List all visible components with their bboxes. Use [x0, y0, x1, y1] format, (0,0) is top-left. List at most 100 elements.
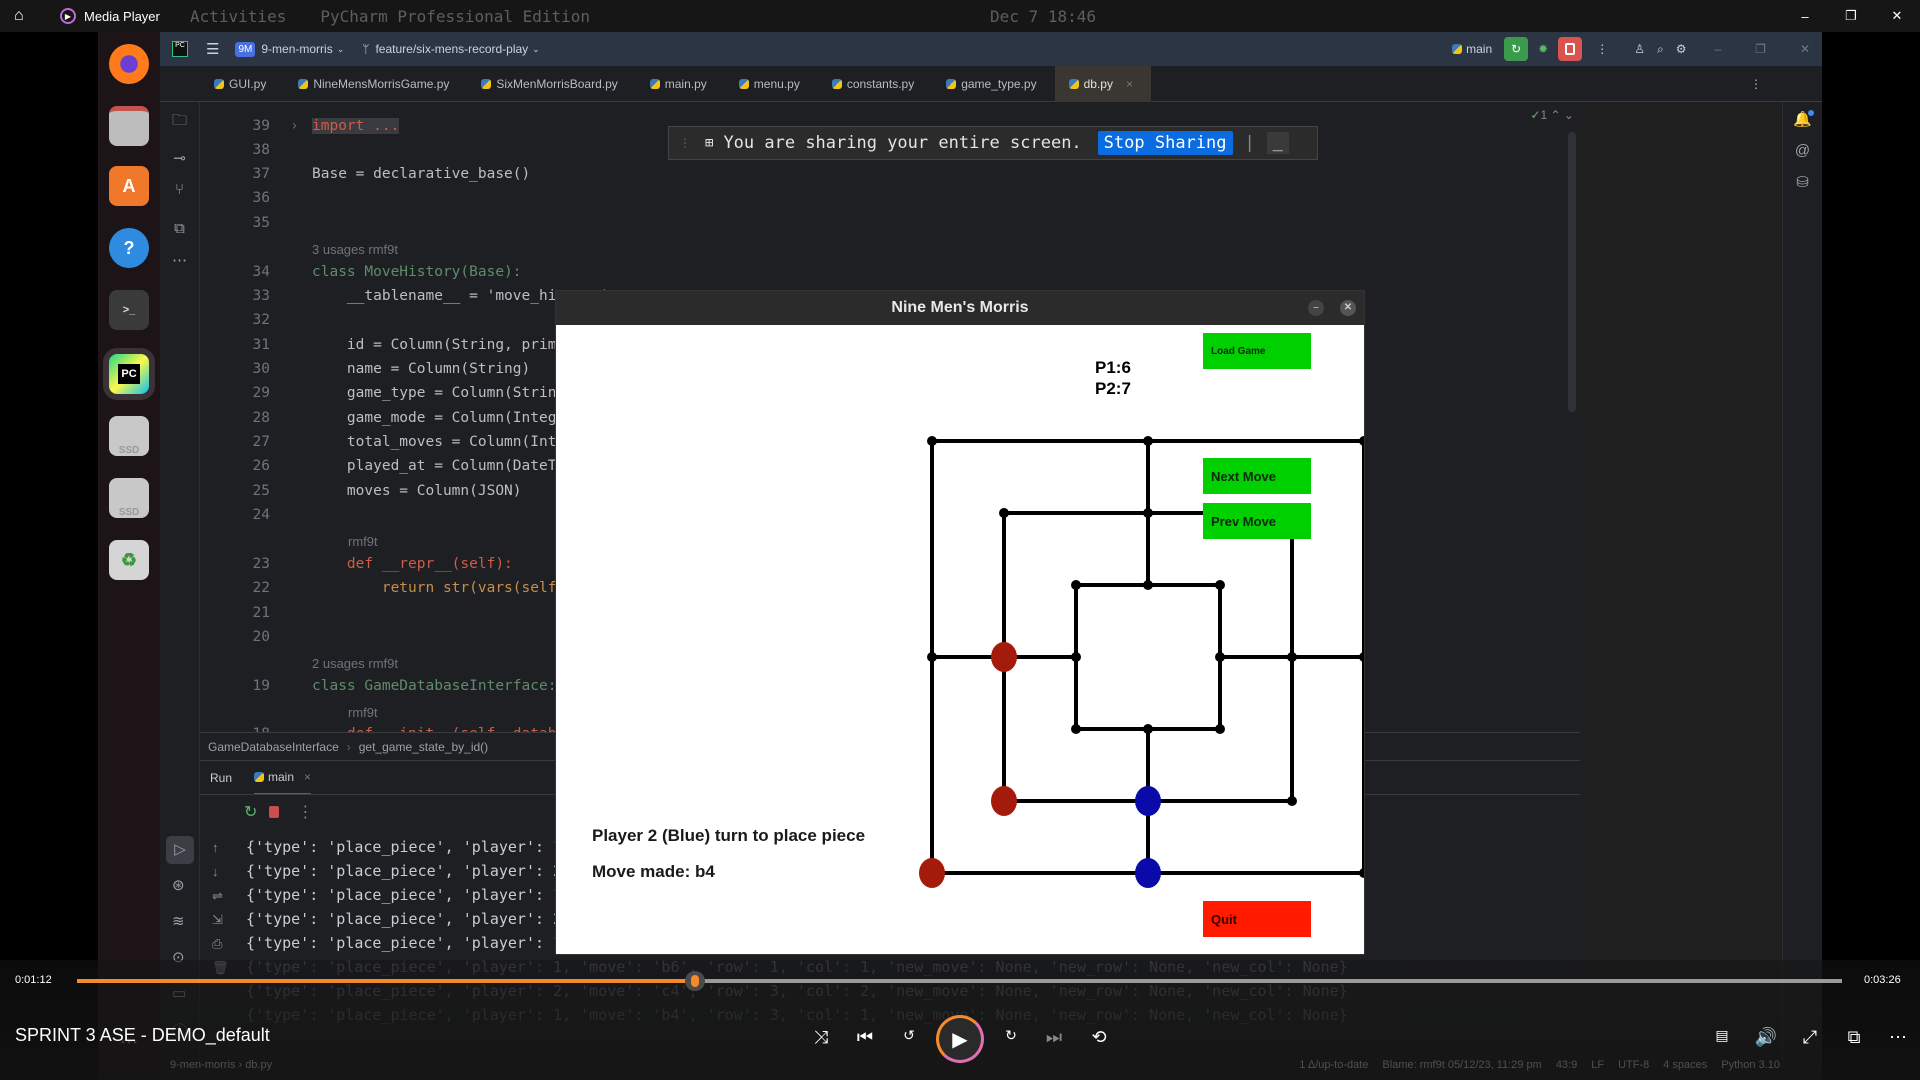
editor-scrollbar[interactable]	[1568, 132, 1576, 412]
board-point[interactable]	[1143, 580, 1153, 590]
add-user-icon[interactable]: ♙	[1634, 42, 1645, 56]
structure-icon[interactable]: ⧉	[160, 220, 199, 237]
drag-handle-icon[interactable]: ⋮	[679, 136, 691, 150]
python-console-icon[interactable]: ⊛	[172, 876, 185, 894]
fullscreen-icon[interactable]: ⤢	[1796, 1027, 1824, 1048]
ide-minimize-button[interactable]: –	[1714, 42, 1721, 56]
forward-30-icon[interactable]: ↻	[997, 1027, 1025, 1044]
notifications-icon[interactable]: 🔔	[1783, 110, 1822, 128]
next-icon[interactable]: ⏭	[1040, 1027, 1068, 1048]
soft-wrap-icon[interactable]: ⇌	[212, 884, 229, 908]
firefox-icon[interactable]	[109, 44, 149, 84]
debug-icon[interactable]: ✹	[1538, 42, 1548, 56]
board-point[interactable]	[1071, 580, 1081, 590]
gear-icon[interactable]: ⚙	[1676, 42, 1687, 56]
restore-button[interactable]: ❐	[1828, 8, 1874, 24]
board-point[interactable]	[1287, 796, 1297, 806]
commit-icon[interactable]: ⊸	[160, 149, 199, 167]
game-close-button[interactable]: ✕	[1340, 300, 1356, 316]
inspection-widget[interactable]: ✓1 ⌃ ⌄	[1530, 108, 1574, 122]
status-path[interactable]: 9-men-morris › db.py	[170, 1059, 272, 1071]
rewind-10-icon[interactable]: ↺	[895, 1027, 923, 1044]
branch-selector[interactable]: feature/six-mens-record-play	[375, 42, 528, 56]
player1-piece[interactable]	[991, 642, 1017, 672]
print-icon[interactable]: ⎙	[212, 932, 229, 956]
board-point[interactable]	[1359, 436, 1364, 446]
board-point[interactable]	[1071, 724, 1081, 734]
previous-icon[interactable]: ⏮	[851, 1027, 879, 1048]
main-menu-icon[interactable]: ☰	[206, 40, 219, 58]
player2-piece[interactable]	[1135, 858, 1161, 888]
pycharm-icon[interactable]: PC	[109, 354, 149, 394]
terminal-icon[interactable]: >_	[109, 290, 149, 330]
play-button[interactable]: ▶	[936, 1015, 984, 1063]
tab-constants[interactable]: constants.py	[818, 66, 932, 102]
more-options-icon[interactable]: ⋯	[1884, 1027, 1912, 1048]
shuffle-icon[interactable]: ⤨	[807, 1027, 835, 1048]
status-indent[interactable]: 4 spaces	[1663, 1059, 1707, 1071]
pull-requests-icon[interactable]: ⑂	[160, 181, 199, 198]
status-encoding[interactable]: UTF-8	[1618, 1059, 1649, 1071]
board-point[interactable]	[1071, 652, 1081, 662]
scroll-down-icon[interactable]: ↓	[212, 860, 229, 884]
tab-run-main[interactable]: main ×	[254, 761, 312, 795]
close-tab-icon[interactable]: ×	[304, 770, 311, 784]
more-icon[interactable]: ⋮	[1596, 42, 1608, 56]
game-minimize-button[interactable]: –	[1308, 300, 1324, 316]
rerun-icon[interactable]: ↻	[244, 802, 257, 822]
tab-NineMensMorrisGame[interactable]: NineMensMorrisGame.py	[284, 66, 467, 102]
tab-menu[interactable]: menu.py	[725, 66, 818, 102]
tab-SixMenMorrisBoard[interactable]: SixMenMorrisBoard.py	[467, 66, 635, 102]
ide-restore-button[interactable]: ❐	[1755, 42, 1766, 56]
status-line-sep[interactable]: LF	[1591, 1059, 1604, 1071]
status-vcs[interactable]: 1 Δ/up-to-date	[1299, 1059, 1368, 1071]
seek-bar[interactable]	[77, 971, 1842, 991]
breadcrumb-class[interactable]: GameDatabaseInterface	[208, 740, 339, 754]
board-point[interactable]	[1143, 508, 1153, 518]
ssd-drive-icon[interactable]: SSD	[109, 478, 149, 518]
stop-button[interactable]	[1558, 37, 1583, 61]
scroll-up-icon[interactable]: ↑	[212, 836, 229, 860]
status-interpreter[interactable]: Python 3.10	[1721, 1059, 1780, 1071]
usage-hint[interactable]: 2 usages rmf9t	[312, 656, 398, 671]
author-hint[interactable]: rmf9t	[348, 534, 378, 549]
tab-GUI[interactable]: GUI.py	[200, 66, 284, 102]
more-icon[interactable]: ⋮	[297, 802, 313, 822]
home-icon[interactable]: ⌂	[14, 7, 34, 25]
board-point[interactable]	[1215, 724, 1225, 734]
board-point[interactable]	[1215, 580, 1225, 590]
close-button[interactable]: ✕	[1874, 8, 1920, 24]
tab-game-type[interactable]: game_type.py	[932, 66, 1054, 102]
help-icon[interactable]: ?	[109, 228, 149, 268]
tab-db[interactable]: db.py ×	[1054, 65, 1151, 102]
next-move-button[interactable]: Next Move	[1203, 458, 1311, 494]
mini-player-icon[interactable]: ⧉	[1840, 1027, 1868, 1048]
tab-options-icon[interactable]: ⋮	[1750, 77, 1762, 91]
player1-piece[interactable]	[991, 786, 1017, 816]
minimize-button[interactable]: –	[1782, 9, 1828, 24]
tab-main[interactable]: main.py	[636, 66, 725, 102]
ssd-drive-icon[interactable]: SSD	[109, 416, 149, 456]
status-position[interactable]: 43:9	[1556, 1059, 1577, 1071]
ide-close-button[interactable]: ✕	[1800, 42, 1810, 56]
volume-icon[interactable]: 🔊	[1752, 1027, 1780, 1048]
board-point[interactable]	[927, 436, 937, 446]
files-icon[interactable]	[109, 106, 149, 146]
board-point[interactable]	[1143, 724, 1153, 734]
hide-share-bar-button[interactable]: _	[1266, 132, 1289, 154]
quit-button[interactable]: Quit	[1203, 901, 1311, 937]
seek-handle[interactable]	[684, 971, 705, 991]
board-point[interactable]	[1287, 652, 1297, 662]
rerun-button[interactable]: ↻	[1504, 37, 1529, 61]
scroll-to-end-icon[interactable]: ⇲	[212, 908, 229, 932]
board-point[interactable]	[1359, 868, 1364, 878]
prev-move-button[interactable]: Prev Move	[1203, 503, 1311, 539]
game-board[interactable]	[556, 325, 1364, 954]
player2-piece[interactable]	[1135, 786, 1161, 816]
fold-icon[interactable]: ›	[290, 118, 299, 134]
board-point[interactable]	[1143, 436, 1153, 446]
layers-icon[interactable]: ≋	[172, 912, 185, 930]
stop-icon[interactable]	[269, 805, 280, 818]
board-point[interactable]	[999, 508, 1009, 518]
run-tool-icon[interactable]: ▷	[166, 836, 194, 864]
